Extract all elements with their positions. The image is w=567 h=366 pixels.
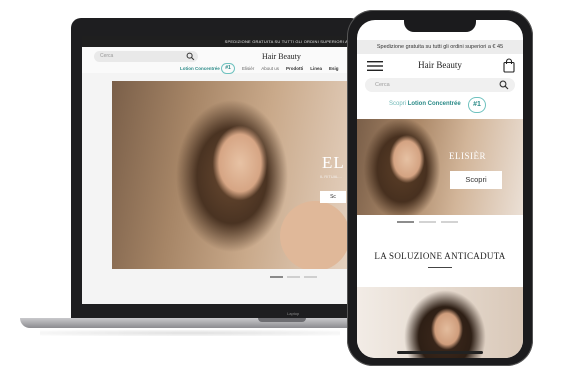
phone-screen: Spedizione gratuita su tutti gli ordini … (357, 20, 523, 358)
carousel-dot[interactable] (270, 276, 283, 278)
phone-carousel-dots (397, 221, 487, 224)
laptop-screen: SPEDIZIONE GRATUITA SU TUTTI GLI ORDINI … (82, 36, 352, 304)
search-icon[interactable] (186, 52, 195, 61)
nav-item-about-us[interactable]: About us (261, 66, 279, 71)
carousel-dot[interactable] (419, 221, 436, 223)
laptop-search-placeholder: Cerca (100, 53, 114, 59)
phone-promo-bar[interactable]: Scopri Lotion Concentrée #1 (357, 97, 523, 115)
phone-hero-title: ELISIÈR (449, 151, 486, 161)
phone-hero-button[interactable]: Scopri (450, 171, 502, 189)
phone-search-placeholder: Cerca (375, 82, 390, 88)
section-divider (428, 267, 452, 268)
phone-notch (404, 20, 476, 32)
laptop-header: Cerca Hair Beauty Lotion Concentrée #1 E… (82, 47, 352, 74)
laptop-base (20, 318, 360, 328)
hamburger-menu-icon[interactable] (367, 60, 383, 72)
phone-promo-label: Lotion Concentrée (407, 101, 461, 107)
laptop-brand-label: Laptop (287, 311, 300, 316)
nav-item-esig[interactable]: Esig (329, 66, 339, 71)
nav-item-linea[interactable]: Linea (310, 66, 322, 71)
laptop-hinge-notch (258, 318, 306, 322)
carousel-dot[interactable] (441, 221, 458, 223)
phone-promo-text: Scopri Lotion Concentrée (389, 101, 461, 107)
carousel-dot[interactable] (287, 276, 300, 278)
laptop-carousel-dots (270, 276, 330, 279)
carousel-dot[interactable] (397, 221, 414, 223)
laptop-nav: Elisièr About us Prodotti Linea Esig (242, 66, 346, 71)
phone-logo[interactable]: Hair Beauty (407, 60, 473, 70)
home-indicator[interactable] (397, 351, 483, 354)
laptop-search-input[interactable]: Cerca (94, 51, 198, 62)
phone-header: Hair Beauty (357, 54, 523, 78)
search-icon[interactable] (499, 80, 509, 90)
phone-top-banner: Spedizione gratuita su tutti gli ordini … (357, 40, 523, 54)
laptop-top-banner: SPEDIZIONE GRATUITA SU TUTTI GLI ORDINI … (82, 36, 352, 47)
phone-section-title: LA SOLUZIONE ANTICADUTA (374, 251, 506, 261)
phone-promo-number-badge: #1 (468, 97, 486, 113)
carousel-dot[interactable] (304, 276, 317, 278)
laptop-hero-title: EL (322, 153, 345, 172)
shopping-bag-icon[interactable] (503, 58, 515, 73)
nav-item-prodotti[interactable]: Prodotti (286, 66, 303, 71)
laptop-hero-subtitle: IL RITUAL... (320, 174, 342, 179)
laptop-shadow (40, 330, 340, 336)
laptop-logo[interactable]: Hair Beauty (262, 52, 301, 61)
laptop-hero-image: EL IL RITUAL... Sc (112, 81, 352, 269)
hero-model-shoulder (280, 201, 350, 269)
phone-search-input[interactable]: Cerca (365, 78, 515, 92)
phone-hero-image: ELISIÈR Scopri (357, 119, 523, 215)
laptop-badge-number: #1 (221, 63, 235, 74)
laptop-hero-button[interactable]: Sc (320, 191, 346, 203)
laptop-badge-label[interactable]: Lotion Concentrée (180, 66, 220, 71)
phone-section-image (357, 287, 523, 358)
phone-promo-prefix: Scopri (389, 101, 407, 107)
nav-item-elisier[interactable]: Elisièr (242, 66, 254, 71)
